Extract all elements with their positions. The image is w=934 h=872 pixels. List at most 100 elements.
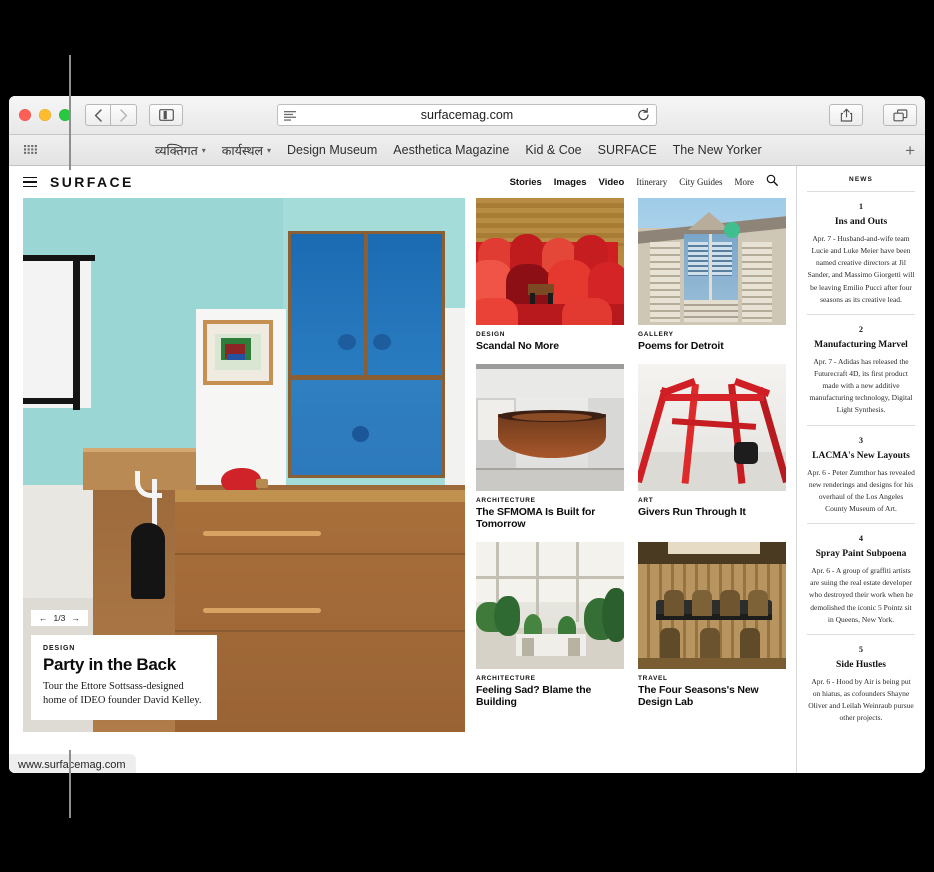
card-title: Feeling Sad? Blame the Building [476,684,592,709]
news-item-body: Apr. 7 - Adidas has released the Futurec… [809,356,913,415]
hero-story[interactable]: ← 1/3 → DESIGN Party in the Back Tour th… [23,198,465,732]
menu-icon[interactable] [23,174,37,191]
search-button[interactable] [766,173,778,191]
card-kicker: ARCHITECTURE [476,675,536,683]
window-controls [19,109,71,121]
card-image [476,542,624,670]
address-bar[interactable]: surfacemag.com [277,104,657,126]
news-item-body: Apr. 6 - Peter Zumthor has revealed new … [807,467,915,513]
news-item-number: 5 [859,644,863,654]
reload-button[interactable] [637,108,650,127]
news-item-number: 2 [859,324,863,334]
card-title: The Four Seasons's New Design Lab [638,684,759,709]
card-image [638,198,786,325]
bookmark-list: व्यक्तिगत ▾ कार्यस्थल ▾ Design Museum Ae… [155,142,762,159]
site-navigation: Stories Images Video Itinerary City Guid… [510,173,786,191]
show-all-bookmarks-button[interactable] [9,144,51,156]
grid-icon [23,144,37,154]
nav-item-video[interactable]: Video [599,177,625,188]
forward-button[interactable] [111,104,137,126]
back-arrow-icon [94,108,102,122]
story-card[interactable]: TRAVEL The Four Seasons's New Design Lab [638,542,786,708]
close-button[interactable] [19,109,31,121]
new-tab-button[interactable]: + [905,142,915,159]
tab-overview-button[interactable] [883,104,917,126]
hero-slide-nav[interactable]: ← 1/3 → [31,610,88,626]
story-card[interactable]: DESIGN Scandal No More [476,198,624,352]
hero-title: Party in the Back [43,655,176,675]
web-page: SURFACE Stories Images Video Itinerary C… [9,166,925,773]
share-button[interactable] [829,104,863,126]
hero-next-button[interactable]: → [71,613,80,623]
news-item[interactable]: 1 Ins and Outs Apr. 7 - Husband-and-wife… [807,202,915,306]
news-item[interactable]: 4 Spray Paint Subpoena Apr. 6 - A group … [807,534,915,626]
callout-line-top [69,55,71,170]
story-card[interactable]: ARCHITECTURE Feeling Sad? Blame the Buil… [476,542,624,708]
forward-arrow-icon [120,108,128,122]
card-image [476,198,624,325]
news-item[interactable]: 5 Side Hustles Apr. 6 - Hood by Air is b… [807,645,915,725]
hero-subtitle: Tour the Ettore Sottsass-designed home o… [43,681,202,707]
divider [807,523,915,525]
bookmark-item-design-museum[interactable]: Design Museum [287,143,377,157]
nav-item-stories[interactable]: Stories [510,177,542,188]
divider [807,424,915,426]
news-item[interactable]: 3 LACMA's New Layouts Apr. 6 - Peter Zum… [807,436,915,516]
news-item-number: 4 [859,534,863,544]
sidebar-button[interactable] [149,104,183,126]
bookmark-item-personal[interactable]: व्यक्तिगत ▾ [155,142,206,159]
news-item-title: Manufacturing Marvel [814,339,908,350]
story-card[interactable]: ART Givers Run Through It [638,364,786,530]
bookmark-item-surface[interactable]: SURFACE [598,143,657,157]
story-card[interactable]: GALLERY Poems for Detroit [638,198,786,352]
bookmark-label: व्यक्तिगत [155,143,198,158]
card-kicker: TRAVEL [638,675,668,683]
news-item-body: Apr. 6 - A group of graffiti artists are… [809,566,913,624]
news-item-title: Side Hustles [836,659,886,670]
hero-caption[interactable]: DESIGN Party in the Back Tour the Ettore… [31,635,217,720]
story-card[interactable]: ARCHITECTURE The SFMOMA Is Built for Tom… [476,364,624,530]
news-item[interactable]: 2 Manufacturing Marvel Apr. 7 - Adidas h… [807,325,915,417]
status-bar-url: www.surfacemag.com [9,755,135,773]
browser-window: surfacemag.com व्यक्तिगत ▾ कार्यस्थल ▾ D… [9,96,925,773]
hero-prev-button[interactable]: ← [39,613,48,623]
nav-item-images[interactable]: Images [554,177,587,188]
hero-kicker: DESIGN [43,645,76,653]
chevron-down-icon: ▾ [266,145,271,155]
sidebar-icon [158,109,174,121]
card-kicker: ART [638,497,654,505]
news-item-number: 3 [859,435,863,445]
news-heading: NEWS [849,176,873,183]
browser-toolbar: surfacemag.com [9,96,925,135]
bookmark-item-kid-and-coe[interactable]: Kid & Coe [525,143,581,157]
chevron-down-icon: ▾ [201,145,206,155]
nav-item-more[interactable]: More [735,177,755,187]
search-icon [766,174,778,186]
card-title: Scandal No More [476,340,559,352]
card-title: Poems for Detroit [638,340,724,352]
bookmark-item-aesthetica-magazine[interactable]: Aesthetica Magazine [393,143,509,157]
back-button[interactable] [85,104,111,126]
card-title: Givers Run Through It [638,506,746,519]
bookmark-item-the-new-yorker[interactable]: The New Yorker [673,143,762,157]
news-item-body: Apr. 7 - Husband-and-wife team Lucie and… [807,234,915,304]
divider [807,191,915,192]
site-header: SURFACE Stories Images Video Itinerary C… [9,166,796,198]
card-kicker: DESIGN [476,331,506,338]
bookmark-item-workplace[interactable]: कार्यस्थल ▾ [222,142,271,159]
share-icon [840,108,852,122]
site-logo[interactable]: SURFACE [50,174,134,190]
divider [807,313,915,315]
card-image [638,542,786,670]
reader-view-icon[interactable] [284,109,296,127]
minimize-button[interactable] [39,109,51,121]
nav-item-itinerary[interactable]: Itinerary [636,177,667,187]
card-kicker: GALLERY [638,331,674,338]
hero-slide-counter: 1/3 [53,613,66,623]
navigation-buttons [85,104,137,126]
page-body: ← 1/3 → DESIGN Party in the Back Tour th… [9,198,796,732]
hero-image: ← 1/3 → DESIGN Party in the Back Tour th… [23,198,465,732]
news-item-title: Ins and Outs [834,217,888,227]
news-sidebar: NEWS 1 Ins and Outs Apr. 7 - Husband-and… [796,166,925,773]
nav-item-city-guides[interactable]: City Guides [679,177,722,187]
